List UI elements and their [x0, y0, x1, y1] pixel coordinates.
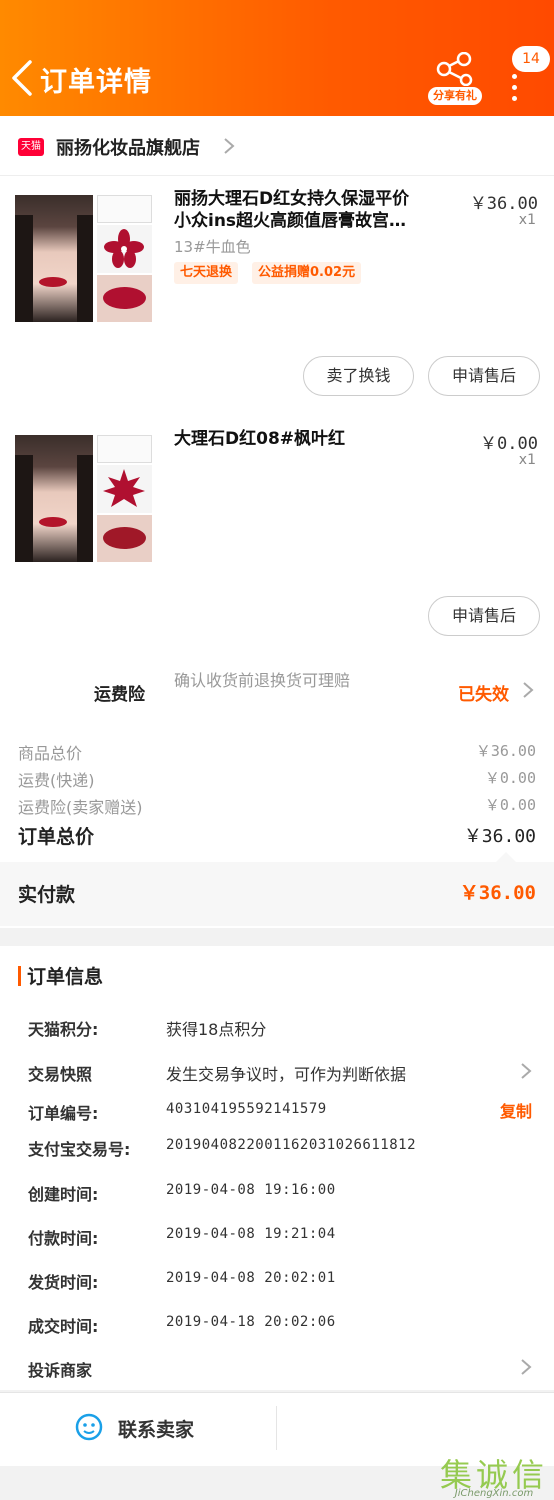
product-price: ￥36.00	[469, 194, 538, 214]
created-time-label: 创建时间:	[28, 1185, 99, 1204]
product-title[interactable]: 大理石D红08#枫叶红	[174, 428, 345, 450]
order-number-value: 403104195592141579	[166, 1101, 327, 1117]
completed-time-value: 2019-04-18 20:02:06	[166, 1314, 336, 1330]
complain-seller-label[interactable]: 投诉商家	[28, 1357, 92, 1381]
resell-button[interactable]: 卖了换钱	[303, 356, 414, 396]
paid-amount-label: 实付款	[18, 884, 76, 906]
section-accent-bar	[18, 966, 21, 986]
created-time-value: 2019-04-08 19:16:00	[166, 1182, 336, 1198]
completed-time-label: 成交时间:	[28, 1317, 99, 1336]
paid-time-value: 2019-04-08 19:21:04	[166, 1226, 336, 1242]
goods-total-value: ￥36.00	[475, 742, 536, 760]
share-icon	[436, 52, 473, 86]
product-qty: x1	[518, 212, 536, 228]
shipping-insurance-label: 运费险	[94, 685, 145, 705]
product-sku: 13#牛血色	[174, 238, 251, 256]
product-title[interactable]: 丽扬大理石D红女持久保湿平价	[174, 188, 409, 210]
goods-total-label: 商品总价	[18, 744, 83, 763]
contact-seller-button[interactable]: 联系卖家	[118, 1415, 194, 1442]
share-label: 分享有礼	[428, 87, 482, 105]
product-price: ￥0.00	[480, 434, 538, 454]
shipping-insurance-desc: 确认收货前退换货可理赔	[174, 671, 351, 690]
alipay-number-value: 2019040822001162031026611812	[166, 1137, 417, 1153]
chevron-right-icon[interactable]	[520, 1358, 532, 1376]
product-qty: x1	[518, 452, 536, 468]
snapshot-label[interactable]: 交易快照	[28, 1061, 92, 1085]
tmall-badge: 天猫	[18, 138, 44, 156]
points-value: 获得18点积分	[166, 1020, 267, 1039]
product-thumbnail[interactable]	[15, 435, 152, 562]
shipping-fee-value: ￥0.00	[484, 769, 536, 787]
product-thumbnail[interactable]	[15, 195, 152, 322]
chevron-right-icon	[224, 138, 235, 154]
tag-seven-day-return: 七天退换	[174, 262, 239, 284]
order-total-value: ￥36.00	[463, 826, 536, 847]
store-name[interactable]: 丽扬化妆品旗舰店	[56, 134, 200, 160]
paid-time-label: 付款时间:	[28, 1229, 99, 1248]
shipping-fee-label: 运费(快递)	[18, 771, 95, 790]
bottom-divider	[276, 1406, 277, 1450]
insurance-fee-label: 运费险(卖家赠送)	[18, 798, 143, 817]
order-info-title: 订单信息	[27, 966, 104, 988]
chevron-right-icon[interactable]	[520, 1062, 532, 1080]
product-title-line2[interactable]: 小众ins超火高颜值唇膏故宫…	[174, 210, 406, 232]
paid-notch	[496, 852, 516, 862]
share-button[interactable]: 分享有礼	[428, 52, 482, 105]
chat-icon[interactable]	[74, 1412, 104, 1442]
chevron-right-icon	[523, 682, 534, 698]
paid-amount-value: ￥36.00	[459, 882, 536, 904]
tag-charity: 公益捐赠0.02元	[252, 262, 362, 284]
copy-button[interactable]: 复制	[500, 1098, 532, 1122]
back-arrow-icon[interactable]	[8, 56, 38, 100]
watermark-logo: 集诚信 JiChengXin.com	[436, 1450, 552, 1500]
snapshot-value[interactable]: 发生交易争议时，可作为判断依据	[166, 1061, 406, 1085]
watermark-url: JiChengXin.com	[454, 1488, 534, 1499]
page-title: 订单详情	[40, 67, 152, 98]
after-sale-button[interactable]: 申请售后	[428, 356, 540, 396]
order-number-label: 订单编号:	[28, 1104, 99, 1123]
points-label: 天猫积分:	[28, 1020, 99, 1039]
more-menu-icon[interactable]	[512, 74, 522, 101]
message-count-badge[interactable]: 14	[512, 46, 550, 72]
shipped-time-label: 发货时间:	[28, 1273, 99, 1292]
shipped-time-value: 2019-04-08 20:02:01	[166, 1270, 336, 1286]
alipay-number-label: 支付宝交易号:	[28, 1140, 131, 1159]
shipping-insurance-status[interactable]: 已失效	[458, 680, 509, 705]
insurance-fee-value: ￥0.00	[484, 796, 536, 814]
after-sale-button[interactable]: 申请售后	[428, 596, 540, 636]
order-total-label: 订单总价	[18, 826, 95, 848]
